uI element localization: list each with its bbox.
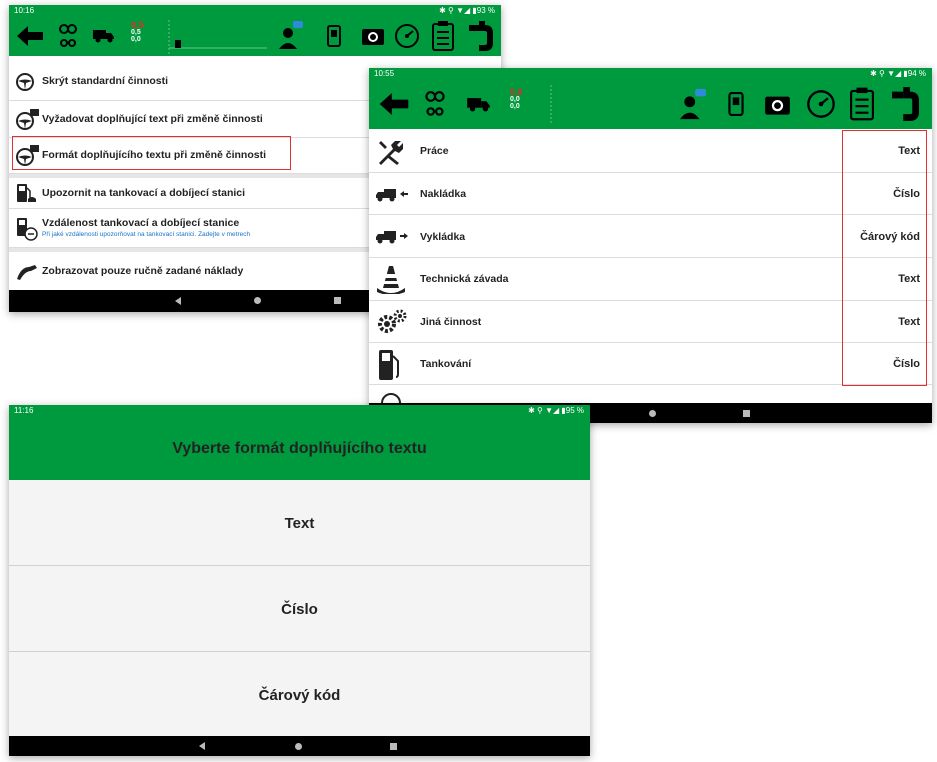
back-arrow-icon[interactable] [17,26,43,46]
app-toolbar: 0,5 0,5 0,0 [9,16,501,56]
readout-value-2: 0,0 [510,96,520,103]
truck-icon[interactable] [467,97,491,112]
speedometer-icon[interactable] [394,23,420,49]
app-logo-icon [469,21,493,51]
nav-back-icon[interactable] [199,742,205,750]
highlight-format-values [842,130,927,386]
format-option-number[interactable]: Číslo [9,566,590,652]
status-indicators: ✱ ⚲ ▼◢ ▮93 % [439,6,495,15]
format-option-label: Číslo [281,601,318,618]
activity-timeline-graph [168,20,267,54]
activity-switch-icon[interactable] [422,89,448,119]
status-bar: 10:55 ✱ ⚲ ▼◢ ▮94 % [369,68,932,79]
truck-icon[interactable] [93,29,115,43]
format-option-label: Text [284,515,315,532]
status-indicators: ✱ ⚲ ▼◢ ▮94 % [870,69,926,78]
nav-back-icon[interactable] [175,297,181,305]
screenshot-format-dialog: 11:16 ✱ ⚲ ▼◢ ▮95 % Vyberte formát doplňu… [9,405,590,756]
status-time: 11:16 [14,406,34,415]
readout-value-3: 0,0 [131,36,141,43]
nav-recents-icon[interactable] [743,410,750,417]
steering-wheel-icon [381,393,401,403]
nav-recents-icon[interactable] [390,743,397,750]
list-item-label: Jiná činnost [420,316,482,328]
list-item-label: Vyžadovat doplňující text při změně činn… [42,113,263,125]
clipboard-checklist-icon[interactable] [850,87,874,121]
list-item-label: Vzdálenost tankovací a dobíjecí stanice [42,217,240,229]
status-time: 10:55 [374,69,395,78]
status-bar: 10:16 ✱ ⚲ ▼◢ ▮93 % [9,5,501,16]
list-item-label: Upozornit na tankovací a dobíjecí stanic… [42,187,246,199]
readout-value-1: 0,5 [131,20,144,30]
list-item-label: Tankování [420,358,472,370]
phone-icon[interactable] [327,25,341,47]
format-option-label: Čárový kód [258,687,341,704]
driver-message-icon[interactable] [279,21,303,49]
status-indicators: ✱ ⚲ ▼◢ ▮95 % [528,406,584,415]
back-arrow-icon[interactable] [379,93,409,115]
screenshot-activity-formats: 10:55 ✱ ⚲ ▼◢ ▮94 % 0,0 0,0 0,0 Práce Tex… [369,68,932,423]
fuel-pump-bell-icon [17,184,36,202]
nav-home-icon[interactable] [254,297,261,304]
clipboard-checklist-icon[interactable] [432,21,454,51]
fuel-pump-distance-icon [17,218,38,241]
camera-icon[interactable] [361,26,385,46]
speed-readout: 0,0 0,0 0,0 [510,87,523,111]
system-nav-bar [9,736,590,756]
tools-icon [379,141,403,165]
highlight-format-setting [12,136,291,170]
gears-icon [378,309,407,333]
fuel-nozzle-icon [17,265,37,280]
list-item-label: Zobrazovat pouze ručně zadané náklady [42,265,244,277]
app-logo-icon [892,87,919,121]
dialog-header: Vyberte formát doplňujícího textu [9,416,590,480]
phone-icon[interactable] [728,92,744,116]
list-item-description: Při jaké vzdálenosti upozorňovat na tank… [42,231,251,238]
list-item-label: Práce [420,145,449,157]
status-bar: 11:16 ✱ ⚲ ▼◢ ▮95 % [9,405,590,416]
activity-switch-icon[interactable] [56,22,80,50]
activity-timeline-graph [550,85,552,125]
readout-value-2: 0,5 [131,29,141,36]
list-item-label: Technická závada [420,273,509,285]
truck-unloading-icon [376,231,408,244]
status-time: 10:16 [14,6,35,15]
steering-wheel-icon [16,73,34,91]
nav-home-icon[interactable] [295,743,302,750]
nav-home-icon[interactable] [649,410,656,417]
driver-message-icon[interactable] [680,88,706,120]
format-option-text[interactable]: Text [9,480,590,566]
nav-recents-icon[interactable] [334,297,341,304]
list-item-label: Vykládka [420,231,466,243]
steering-wheel-message-icon [16,109,39,130]
speedometer-icon[interactable] [806,89,836,119]
readout-value-1: 0,0 [510,87,523,97]
format-option-barcode[interactable]: Čárový kód [9,652,590,738]
camera-icon[interactable] [764,93,791,116]
readout-value-3: 0,0 [510,103,520,110]
speed-readout: 0,5 0,5 0,0 [131,20,144,44]
traffic-cone-icon [377,266,405,294]
app-toolbar: 0,0 0,0 0,0 [369,79,932,129]
list-item-label: Skrýt standardní činnosti [42,75,169,87]
list-item-label: Nakládka [420,188,467,200]
truck-loading-icon [376,189,408,202]
dialog-title: Vyberte formát doplňujícího textu [172,440,427,457]
fuel-pump-icon [379,350,399,380]
